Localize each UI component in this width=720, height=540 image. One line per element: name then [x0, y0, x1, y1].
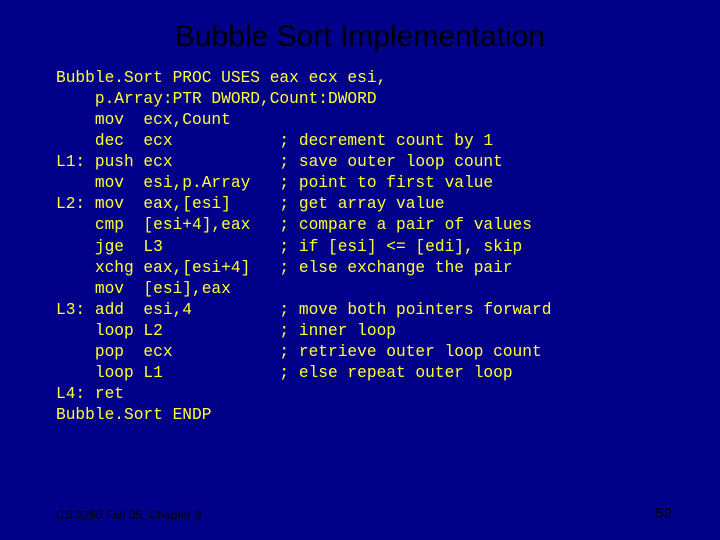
code-line: xchg eax,[esi+4] ; else exchange the pai… [56, 259, 513, 277]
code-line: loop L2 ; inner loop [56, 322, 396, 340]
code-line: loop L1 ; else repeat outer loop [56, 364, 513, 382]
code-line: dec ecx ; decrement count by 1 [56, 132, 493, 150]
code-line: pop ecx ; retrieve outer loop count [56, 343, 542, 361]
code-line: Bubble.Sort ENDP [56, 406, 211, 424]
code-line: mov ecx,Count [56, 111, 231, 129]
code-block: Bubble.Sort PROC USES eax ecx esi, p.Arr… [56, 68, 720, 426]
code-line: mov [esi],eax [56, 280, 231, 298]
slide-number: 52 [655, 505, 672, 522]
code-line: L3: add esi,4 ; move both pointers forwa… [56, 301, 551, 319]
code-line: p.Array:PTR DWORD,Count:DWORD [56, 90, 377, 108]
code-line: L1: push ecx ; save outer loop count [56, 153, 503, 171]
code-line: jge L3 ; if [esi] <= [edi], skip [56, 238, 522, 256]
slide-title: Bubble Sort Implementation [0, 0, 720, 68]
slide: Bubble Sort Implementation Bubble.Sort P… [0, 0, 720, 540]
code-line: Bubble.Sort PROC USES eax ecx esi, [56, 69, 386, 87]
code-line: L4: ret [56, 385, 124, 403]
footer-course: CS 3280 Fall 05, Chapter 9 [56, 508, 201, 522]
code-line: cmp [esi+4],eax ; compare a pair of valu… [56, 216, 532, 234]
code-line: mov esi,p.Array ; point to first value [56, 174, 493, 192]
code-line: L2: mov eax,[esi] ; get array value [56, 195, 445, 213]
